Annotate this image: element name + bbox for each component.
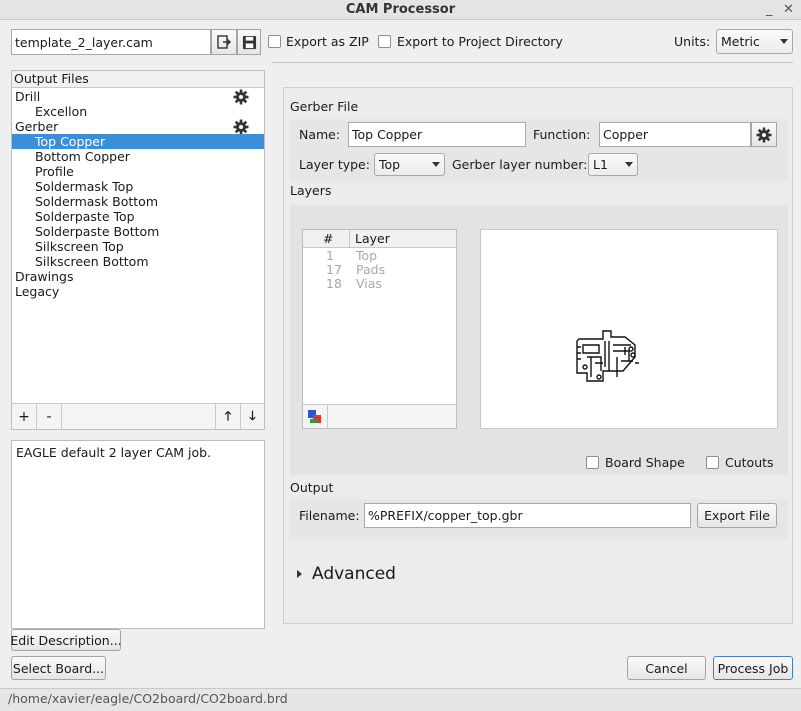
tree-item-legacy[interactable]: Legacy [12,284,264,299]
layer-num: 18 [326,276,342,291]
output-title: Output [290,480,334,495]
layers-table-header: # Layer [303,230,456,248]
chevron-down-icon [432,162,440,167]
export-zip-checkbox[interactable] [268,35,281,48]
description-text: EAGLE default 2 layer CAM job. [16,445,212,460]
layer-type-label: Layer type: [299,157,370,172]
layers-table: # Layer 1 Top 17 Pads 18 Vias [302,229,457,429]
layer-number-value: L1 [593,157,608,172]
tree-item-top-copper[interactable]: Top Copper [12,134,264,149]
function-label: Function: [533,127,591,142]
arrow-down-icon: 🡓 [249,407,256,423]
board-shape-label: Board Shape [605,455,685,470]
edit-layers-button[interactable] [303,405,328,429]
layer-name: Top [356,248,378,263]
output-files-header: Output Files [12,71,264,88]
function-settings-button[interactable] [751,122,777,147]
name-label: Name: [299,127,341,142]
col-divider [349,230,350,248]
chevron-right-icon[interactable] [297,570,302,578]
tree-item-solderpaste-bottom[interactable]: Solderpaste Bottom [12,224,264,239]
filename-input[interactable]: %PREFIX/copper_top.gbr [364,503,691,528]
tree-item-excellon[interactable]: Excellon [12,104,264,119]
units-label: Units: [674,34,711,49]
layer-row[interactable]: 18 Vias [303,277,453,291]
load-job-button[interactable] [211,29,237,55]
function-input[interactable]: Copper [599,122,751,147]
cancel-button[interactable]: Cancel [627,656,706,680]
gerber-gear-icon[interactable] [233,119,249,135]
export-project-label: Export to Project Directory [397,34,563,49]
save-job-button[interactable] [237,29,261,55]
tree-item-silkscreen-top[interactable]: Silkscreen Top [12,239,264,254]
status-bar: /home/xavier/eagle/CO2board/CO2board.brd [0,688,801,711]
arrow-up-icon: 🡑 [224,407,232,423]
layers-toolbar [303,404,456,429]
export-file-button[interactable]: Export File [697,503,777,528]
title-bar: CAM Processor _ ✕ [0,0,801,20]
units-select[interactable]: Metric [716,29,793,54]
advanced-toggle[interactable]: Advanced [312,564,396,584]
layer-name: Vias [356,276,382,291]
filename-label: Filename: [299,508,360,523]
tree-item-bottom-copper[interactable]: Bottom Copper [12,149,264,164]
toolbar-divider [272,62,793,63]
tree-item-soldermask-top[interactable]: Soldermask Top [12,179,264,194]
open-file-icon [217,35,231,49]
pcb-preview-image [576,330,639,382]
list-toolbar: + - 🡑 🡓 [12,403,264,430]
tree-item-drawings[interactable]: Drawings [12,269,264,284]
tree-item-silkscreen-bottom[interactable]: Silkscreen Bottom [12,254,264,269]
tree-item-profile[interactable]: Profile [12,164,264,179]
output-files-panel: Output Files Drill Excellon Gerber Top C… [11,70,265,430]
layer-type-select[interactable]: Top [374,153,445,176]
tree-item-solderpaste-top[interactable]: Solderpaste Top [12,209,264,224]
save-icon [242,35,256,49]
layer-num: 1 [326,248,334,263]
cutouts-label: Cutouts [725,455,774,470]
layers-icon [308,410,321,423]
layer-row[interactable]: 17 Pads [303,263,453,277]
col-num-header: # [323,231,334,246]
name-input[interactable]: Top Copper [348,122,526,147]
units-value: Metric [721,34,760,49]
edit-description-button[interactable]: Edit Description... [10,629,122,651]
board-shape-checkbox[interactable] [586,456,599,469]
cam-file-input[interactable]: template_2_layer.cam [11,29,211,55]
layer-num: 17 [326,262,342,277]
tree-item-drill[interactable]: Drill [12,89,264,104]
chevron-down-icon [625,162,633,167]
close-icon[interactable]: ✕ [783,2,794,17]
export-zip-label: Export as ZIP [286,34,369,49]
tree-item-soldermask-bottom[interactable]: Soldermask Bottom [12,194,264,209]
minimize-icon[interactable]: _ [766,2,773,17]
layer-row[interactable]: 1 Top [303,249,453,263]
chevron-down-icon [780,39,788,44]
layer-type-value: Top [379,157,401,172]
drill-gear-icon[interactable] [233,89,249,105]
remove-output-button[interactable]: - [37,404,62,430]
layer-number-select[interactable]: L1 [588,153,638,176]
window-title: CAM Processor [345,2,456,17]
move-down-button[interactable]: 🡓 [240,404,264,430]
gear-icon [756,127,772,142]
layer-number-label: Gerber layer number: [452,157,588,172]
gerber-file-title: Gerber File [290,99,359,114]
layers-title: Layers [290,183,332,198]
description-box[interactable]: EAGLE default 2 layer CAM job. [11,440,265,629]
board-path: /home/xavier/eagle/CO2board/CO2board.brd [8,691,288,706]
move-up-button[interactable]: 🡑 [215,404,240,430]
cutouts-checkbox[interactable] [706,456,719,469]
tree-item-gerber[interactable]: Gerber [12,119,264,134]
export-project-checkbox[interactable] [378,35,391,48]
process-job-button[interactable]: Process Job [713,656,793,680]
col-layer-header: Layer [355,231,390,246]
layer-name: Pads [356,262,386,277]
select-board-button[interactable]: Select Board... [11,656,106,680]
board-preview[interactable] [480,229,778,429]
add-output-button[interactable]: + [12,404,37,430]
